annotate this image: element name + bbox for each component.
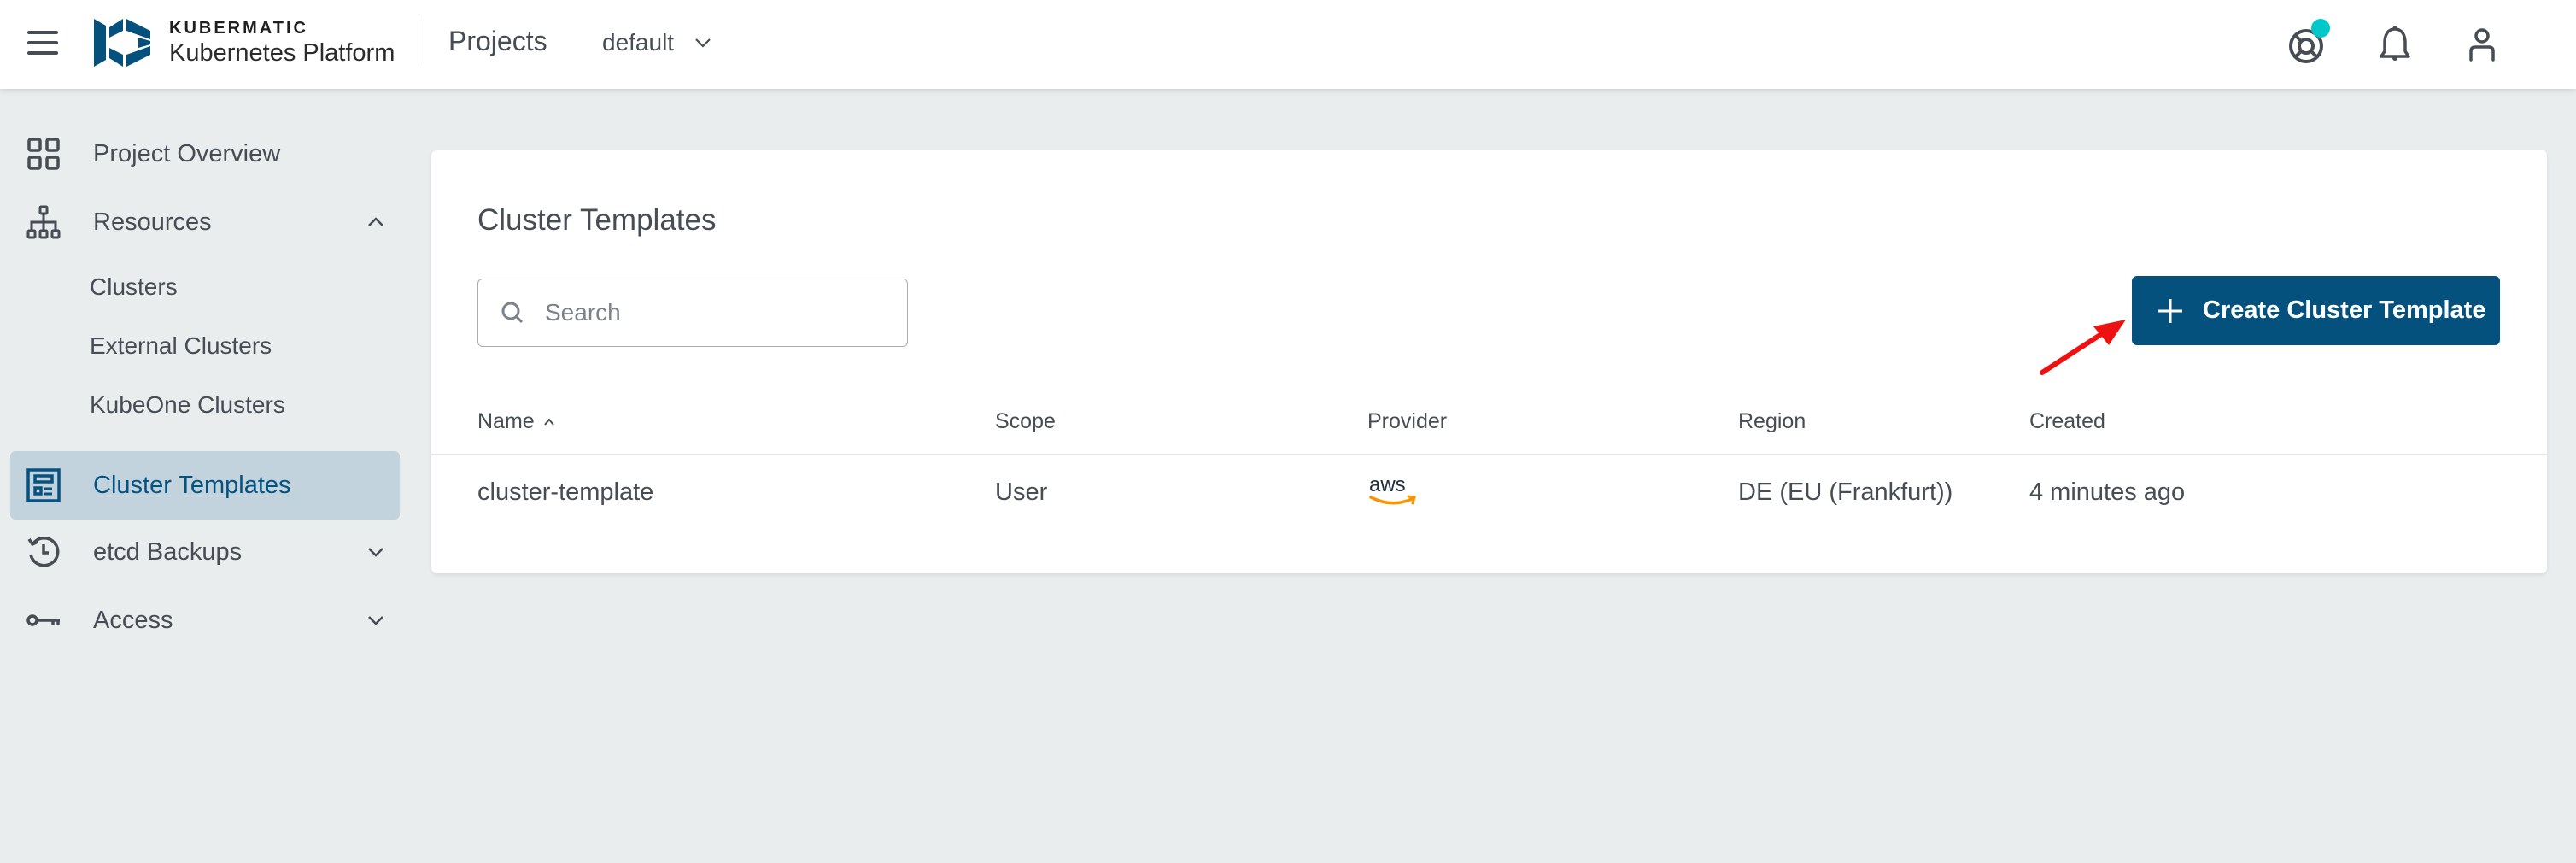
bell-icon — [2380, 26, 2410, 61]
create-button-label: Create Cluster Template — [2203, 296, 2486, 324]
table-row[interactable]: cluster-template User aws DE (EU (Frankf… — [431, 455, 2547, 531]
top-bar: KUBERMATIC Kubernetes Platform Projects … — [0, 0, 2576, 89]
key-icon — [26, 602, 61, 638]
project-selector-value: default — [602, 29, 675, 56]
search-input[interactable] — [545, 296, 887, 330]
template-icon — [26, 467, 61, 503]
notification-badge — [2311, 19, 2330, 38]
cluster-templates-card: Cluster Templates Create Cluster Templat… — [431, 150, 2547, 573]
kubermatic-logo[interactable] — [94, 19, 150, 67]
grid-icon — [26, 136, 61, 172]
search-icon — [501, 302, 524, 324]
project-selector[interactable]: default — [602, 29, 713, 56]
sidebar-item-cluster-templates[interactable]: Cluster Templates — [10, 451, 400, 520]
sidebar-item-label: Cluster Templates — [93, 471, 291, 499]
cell-scope: User — [995, 478, 1048, 506]
sidebar-subitem-external-clusters[interactable]: External Clusters — [90, 332, 272, 360]
column-header-name[interactable]: Name — [477, 409, 557, 434]
menu-icon[interactable] — [27, 31, 61, 58]
sitemap-icon — [26, 204, 61, 240]
column-header-provider: Provider — [1367, 409, 1448, 433]
column-header-label: Name — [477, 409, 535, 433]
sort-ascending-icon — [543, 417, 554, 426]
sidebar-item-etcd-backups[interactable]: etcd Backups — [10, 518, 400, 586]
annotation-arrow-icon — [2040, 320, 2126, 375]
svg-text:aws: aws — [1369, 473, 1406, 496]
create-cluster-template-button[interactable]: Create Cluster Template — [2132, 276, 2500, 345]
chevron-up-icon — [368, 217, 383, 226]
cell-name: cluster-template — [477, 478, 654, 506]
sidebar-item-access[interactable]: Access — [10, 586, 400, 655]
sidebar-item-label: Access — [93, 606, 173, 634]
help-button[interactable] — [2284, 19, 2330, 67]
cell-region: DE (EU (Frankfurt)) — [1738, 478, 1953, 506]
sidebar-item-project-overview[interactable]: Project Overview — [10, 120, 400, 188]
user-icon — [2469, 28, 2495, 62]
chevron-down-icon — [368, 548, 383, 557]
notifications-button[interactable] — [2373, 22, 2417, 67]
sidebar-item-label: Resources — [93, 208, 212, 236]
account-button[interactable] — [2460, 22, 2504, 67]
column-header-created: Created — [2029, 409, 2105, 433]
column-header-scope: Scope — [995, 409, 1056, 433]
page-title: Cluster Templates — [477, 203, 717, 237]
chevron-down-icon — [695, 38, 711, 48]
brand-subtitle: Kubernetes Platform — [169, 39, 395, 67]
projects-link[interactable]: Projects — [448, 26, 547, 57]
sidebar-subitem-kubeone-clusters[interactable]: KubeOne Clusters — [90, 391, 285, 419]
cell-created: 4 minutes ago — [2029, 478, 2186, 506]
chevron-down-icon — [368, 616, 383, 625]
sidebar-item-label: Project Overview — [93, 139, 281, 167]
sidebar-item-resources[interactable]: Resources — [10, 188, 400, 256]
sidebar: Project Overview Resources Clusters Exte… — [0, 89, 410, 863]
brand-name: KUBERMATIC — [169, 19, 308, 38]
history-icon — [26, 534, 61, 570]
search-field[interactable] — [477, 279, 908, 347]
sidebar-subitem-clusters[interactable]: Clusters — [90, 273, 178, 301]
plus-icon — [2158, 298, 2182, 323]
sidebar-item-label: etcd Backups — [93, 537, 243, 566]
aws-logo-icon: aws — [1369, 473, 1416, 505]
column-header-region: Region — [1738, 409, 1806, 433]
